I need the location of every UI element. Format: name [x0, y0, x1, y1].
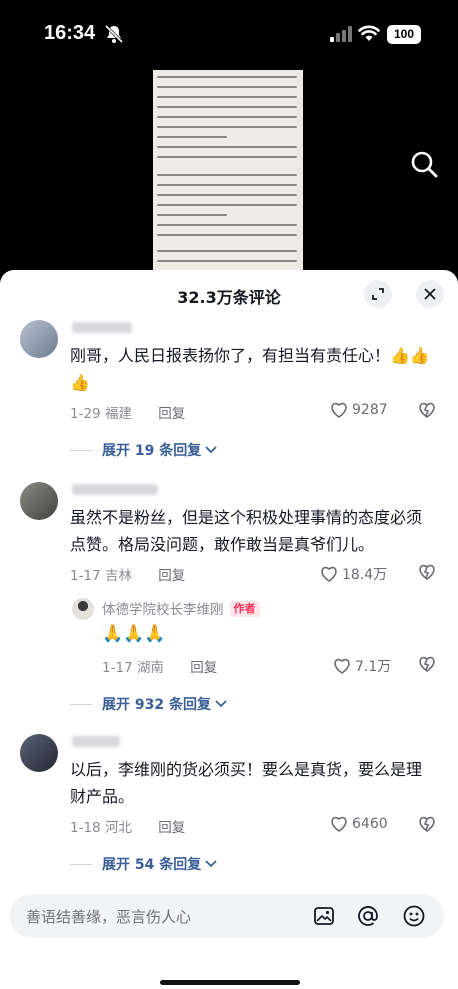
like-count: 6460: [352, 816, 388, 832]
document-text-line: [157, 174, 297, 176]
like-button[interactable]: 18.4万: [320, 564, 387, 584]
comment-meta: 1-29 福建 回复: [70, 402, 185, 422]
expand-replies-label: 展开 19 条回复: [102, 443, 202, 459]
document-text-line: [157, 86, 297, 88]
comment-text: 刚哥，人民日报表扬你了，有担当有责任心！👍👍👍: [70, 346, 430, 392]
like-count: 7.1万: [355, 659, 392, 675]
document-text-line: [157, 106, 297, 108]
document-text-line: [157, 214, 227, 216]
document-text-line: [157, 250, 297, 252]
dislike-icon[interactable]: [418, 656, 436, 672]
expand-icon: [372, 288, 384, 300]
bell-slash-icon: [104, 24, 124, 44]
document-text-line: [157, 204, 297, 206]
author-avatar[interactable]: [72, 598, 94, 620]
document-text-line: [157, 76, 297, 78]
avatar[interactable]: [20, 734, 58, 772]
reply-location: 湖南: [136, 660, 164, 676]
comment-meta: 1-18 河北 回复: [70, 816, 185, 836]
signal-icon: [330, 26, 352, 42]
expand-replies-button[interactable]: 展开 932 条回复: [70, 694, 228, 714]
divider: [70, 703, 92, 705]
reply-text: 🙏🙏🙏: [102, 624, 166, 644]
reply-author-row: 体德学院校长李维刚 作者: [102, 598, 260, 618]
document-text-line: [157, 146, 297, 148]
comment-location: 吉林: [104, 568, 132, 584]
comment-date: 1-29: [70, 406, 101, 422]
reply-date: 1-17: [102, 660, 133, 676]
like-count: 18.4万: [342, 567, 388, 583]
expand-replies-button[interactable]: 展开 19 条回复: [70, 440, 218, 460]
expand-replies-label: 展开 54 条回复: [102, 857, 202, 873]
document-text-line: [157, 156, 297, 158]
dislike-icon[interactable]: [418, 564, 436, 580]
document-image: [153, 70, 303, 300]
battery-icon: 100: [387, 25, 421, 44]
image-icon[interactable]: [312, 904, 336, 928]
comments-panel: 32.3万条评论 刚哥，人民日报表扬你了，有担当有责任心！👍👍👍 1-29 福建…: [0, 270, 458, 989]
chevron-down-icon: [215, 700, 227, 708]
divider: [70, 863, 92, 865]
document-text-line: [157, 260, 297, 262]
document-text-line: [157, 194, 297, 196]
username-blurred[interactable]: [72, 322, 132, 333]
expand-replies-label: 展开 932 条回复: [102, 697, 211, 713]
document-text-line: [157, 116, 297, 118]
search-icon[interactable]: [410, 150, 438, 178]
document-text-line: [157, 96, 297, 98]
username-blurred[interactable]: [72, 736, 120, 747]
reply-button[interactable]: 回复: [158, 568, 185, 584]
emoji-icon[interactable]: [402, 904, 426, 928]
dislike-icon[interactable]: [418, 402, 436, 418]
expand-button[interactable]: [364, 280, 392, 308]
comment-text: 以后，李维刚的货必须买！要么是真货，要么是理财产品。: [70, 760, 423, 806]
heart-icon: [331, 816, 347, 832]
like-button[interactable]: 7.1万: [333, 656, 391, 676]
comment-meta: 1-17 吉林 回复: [70, 564, 185, 584]
reply-button[interactable]: 回复: [158, 820, 185, 836]
expand-replies-button[interactable]: 展开 54 条回复: [70, 854, 218, 874]
chevron-down-icon: [205, 860, 217, 868]
divider: [70, 449, 92, 451]
comment-input-bar: 善语结善缘，恶言伤人心: [0, 882, 458, 989]
comment-date: 1-17: [70, 568, 101, 584]
avatar[interactable]: [20, 482, 58, 520]
comment-text: 虽然不是粉丝，但是这个积极处理事情的态度必须点赞。格局没问题，敢作敢当是真爷们儿…: [70, 508, 423, 554]
status-bar: 16:34 100: [0, 0, 458, 70]
comment-input-placeholder: 善语结善缘，恶言伤人心: [26, 908, 192, 926]
document-text-line: [157, 184, 297, 186]
reply-button[interactable]: 回复: [158, 406, 185, 422]
comment-location: 福建: [104, 406, 132, 422]
video-player[interactable]: [0, 70, 458, 300]
close-icon: [424, 288, 436, 300]
comment-input[interactable]: 善语结善缘，恶言伤人心: [10, 894, 444, 938]
comment-date: 1-18: [70, 820, 101, 836]
heart-icon: [331, 402, 347, 418]
comment-location: 河北: [104, 820, 132, 836]
like-count: 9287: [352, 402, 388, 418]
status-time: 16:34: [44, 22, 96, 44]
reply-button[interactable]: 回复: [190, 660, 217, 676]
reply-author-name[interactable]: 体德学院校长李维刚: [102, 602, 224, 618]
document-text-line: [157, 224, 297, 226]
chevron-down-icon: [205, 446, 217, 454]
wifi-icon: [358, 25, 380, 41]
reply-meta: 1-17 湖南 回复: [102, 656, 217, 676]
mention-icon[interactable]: [356, 904, 380, 928]
heart-icon: [334, 658, 350, 674]
close-button[interactable]: [416, 280, 444, 308]
document-text-line: [157, 136, 227, 138]
avatar[interactable]: [20, 320, 58, 358]
like-button[interactable]: 6460: [330, 816, 388, 832]
author-badge: 作者: [229, 601, 260, 617]
like-button[interactable]: 9287: [330, 402, 388, 418]
dislike-icon[interactable]: [418, 816, 436, 832]
home-indicator: [160, 980, 300, 985]
username-blurred[interactable]: [72, 484, 158, 495]
heart-icon: [321, 566, 337, 582]
document-text-line: [157, 126, 297, 128]
document-text-line: [157, 234, 297, 236]
